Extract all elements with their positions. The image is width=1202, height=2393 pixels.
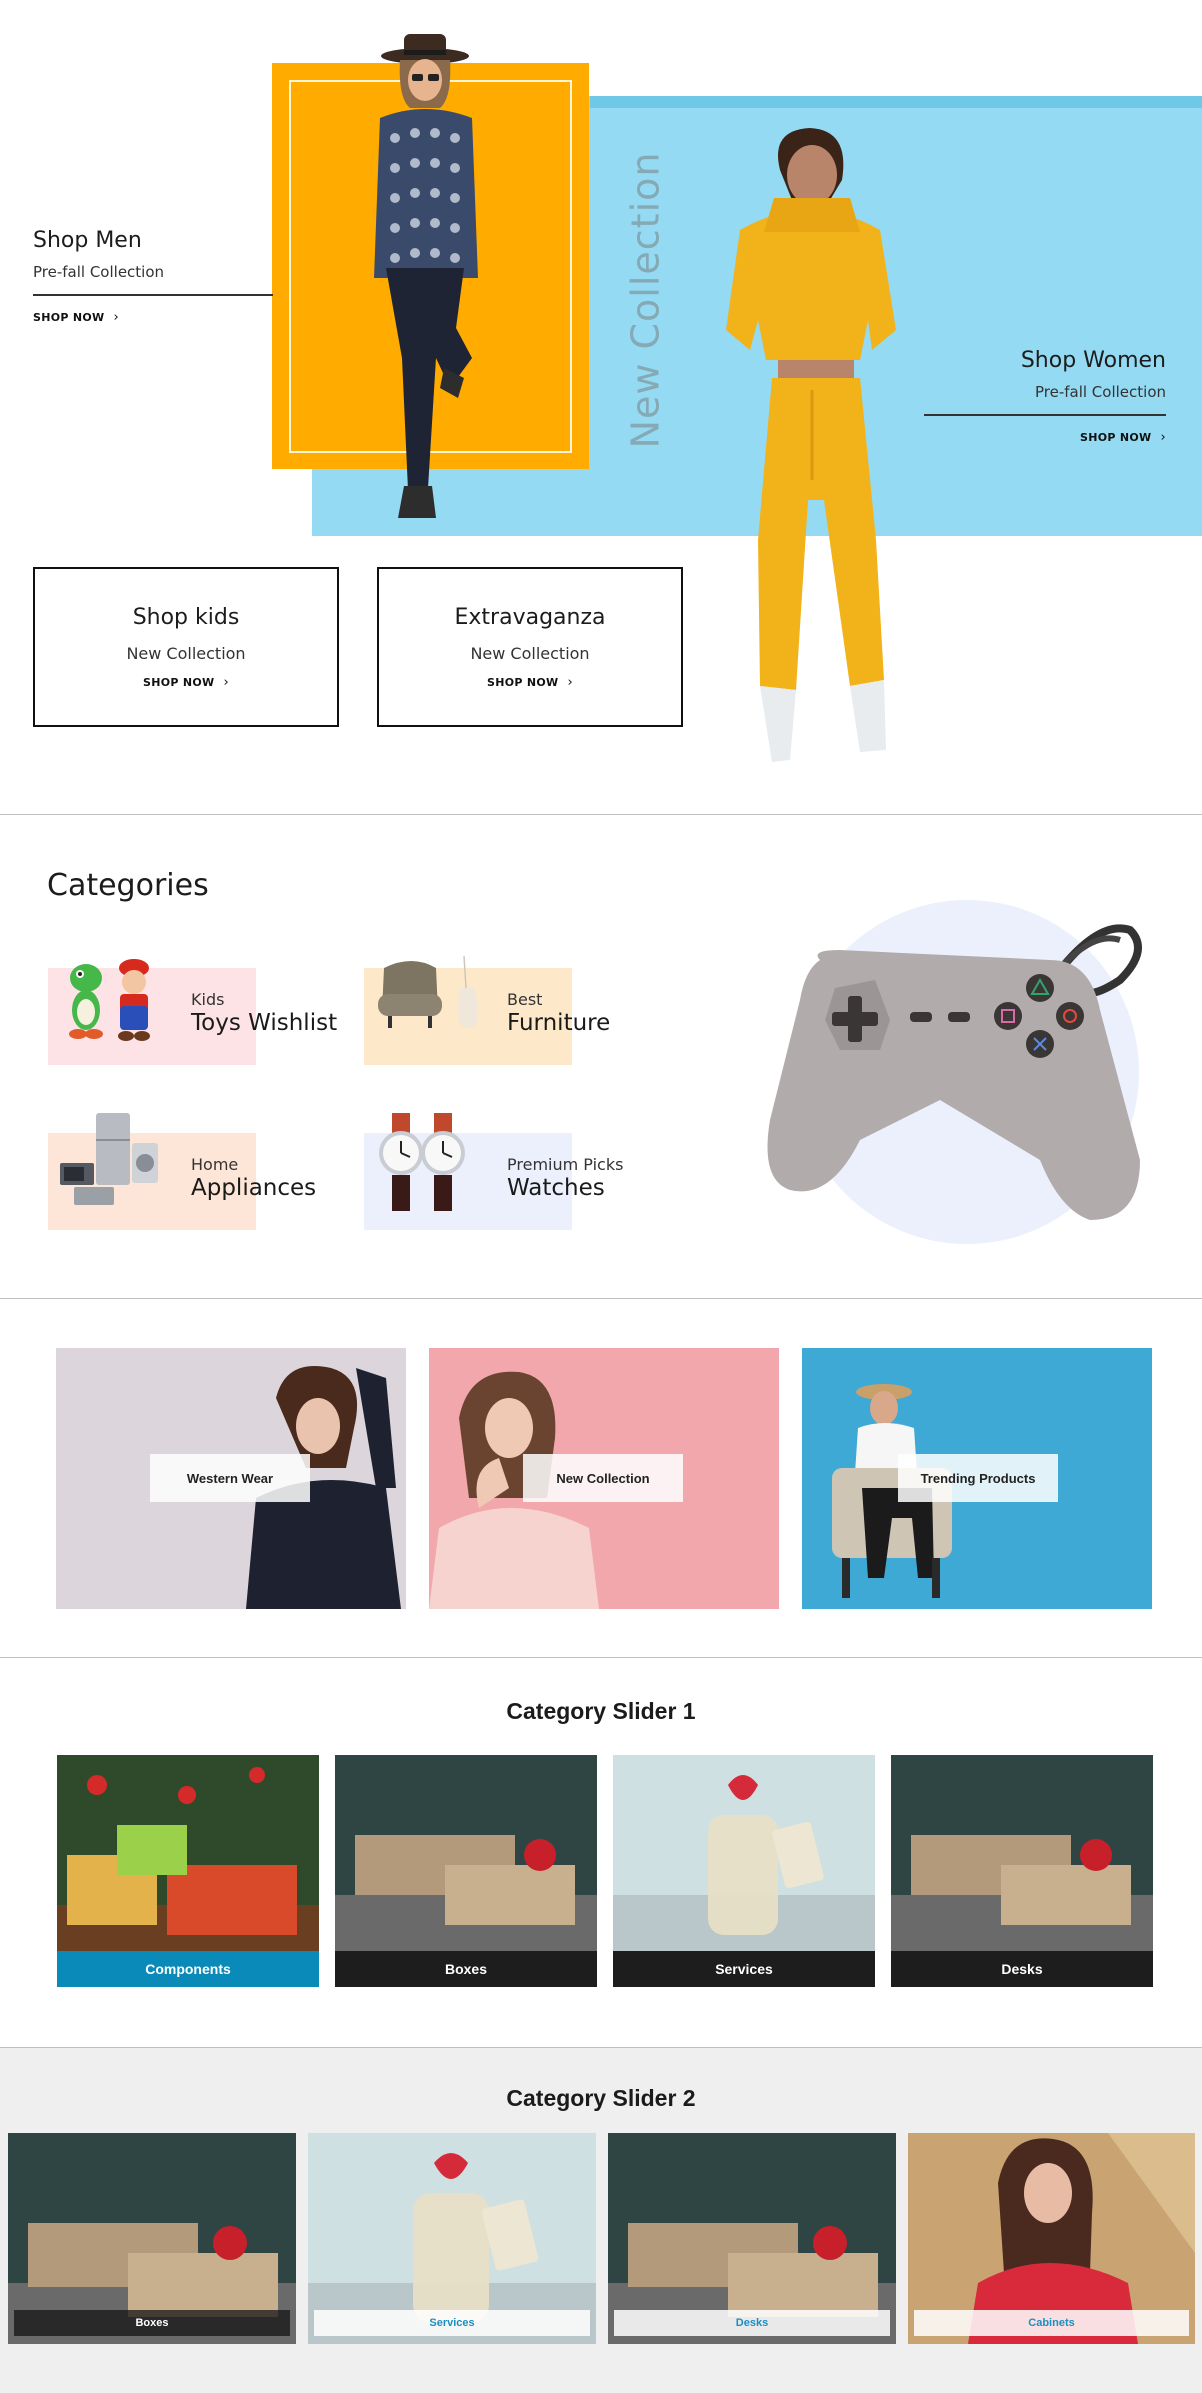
promo-card-western-wear[interactable]: Western Wear [56,1348,406,1609]
slider1-item-desks[interactable]: Desks [891,1755,1153,1995]
shop-kids-subtitle: New Collection [126,643,246,663]
slider2-caption: Boxes [14,2310,290,2336]
slider1-caption: Components [57,1951,319,1987]
category-watches[interactable]: Premium Picks Watches [364,1113,684,1233]
promo-label: New Collection [523,1454,683,1502]
shop-women-divider [924,414,1166,416]
shop-women-link-label: SHOP NOW [1080,431,1152,444]
category-title: Toys Wishlist [191,1010,338,1036]
category-furniture[interactable]: Best Furniture [364,955,684,1068]
appliances-icon [60,1113,158,1205]
slider2-item-services[interactable]: Services [308,2133,596,2344]
category-small-label: Kids [191,990,225,1009]
promo-label: Trending Products [898,1454,1058,1502]
shop-men-link[interactable]: SHOP NOW › [33,310,119,325]
slider2-caption: Desks [614,2310,890,2336]
promo-card-trending-products[interactable]: Trending Products [802,1348,1152,1609]
parcel-image [335,1755,597,1951]
slider2-item-desks[interactable]: Desks [608,2133,896,2344]
extravaganza-title: Extravaganza [454,604,606,630]
category-toys[interactable]: Kids Toys Wishlist [48,959,368,1068]
category-appliances[interactable]: Home Appliances [48,1113,368,1233]
category-title: Watches [507,1175,605,1201]
women-banner-edge [590,96,1202,108]
category-title: Furniture [507,1010,611,1036]
shop-kids-card[interactable]: Shop kids New Collection SHOP NOW › [33,567,339,727]
section-divider [0,1298,1202,1299]
parcel-image [891,1755,1153,1951]
shop-kids-title: Shop kids [132,604,240,630]
shop-women-title: Shop Women [1020,348,1166,373]
shop-men-link-label: SHOP NOW [33,311,105,324]
new-collection-vertical-text: New Collection [623,151,668,449]
shop-men-divider [33,294,273,296]
promo-card-new-collection[interactable]: New Collection [429,1348,779,1609]
shop-women-block: Shop Women Pre-fall Collection SHOP NOW … [924,348,1166,446]
watch-icon [379,1113,465,1211]
slider2-item-boxes[interactable]: Boxes [8,2133,296,2344]
shop-kids-link[interactable]: SHOP NOW › [143,675,229,690]
gamepad-icon [767,900,1142,1244]
extravaganza-link-label: SHOP NOW [487,675,559,689]
shop-women-subtitle: Pre-fall Collection [1034,383,1166,401]
slider1-caption: Boxes [335,1951,597,1987]
chevron-right-icon: › [567,674,573,690]
category-small-label: Premium Picks [507,1155,624,1174]
jar-image [613,1755,875,1951]
extravaganza-link[interactable]: SHOP NOW › [487,675,573,690]
shop-men-subtitle: Pre-fall Collection [33,263,165,281]
shop-men-title: Shop Men [33,228,142,253]
slider1-caption: Desks [891,1951,1153,1987]
chevron-right-icon: › [223,674,229,690]
woman-model-image [726,128,896,762]
promo-label: Western Wear [150,1454,310,1502]
slider2-item-cabinets[interactable]: Cabinets [908,2133,1195,2344]
slider1-item-services[interactable]: Services [613,1755,875,1995]
slider2-caption: Services [314,2310,590,2336]
category-small-label: Home [191,1155,239,1174]
categories-heading: Categories [47,868,209,903]
category-title: Appliances [191,1175,317,1201]
slider1-caption: Services [613,1951,875,1987]
section-divider [0,814,1202,815]
shop-women-link[interactable]: SHOP NOW › [1080,430,1166,445]
category-slider-2-title: Category Slider 2 [506,2085,696,2111]
extravaganza-subtitle: New Collection [470,643,590,663]
man-model-image [374,34,478,518]
slider1-item-components[interactable]: Components [57,1755,319,1995]
hero-section: New Collection Shop Men Pre-fall Collect… [0,0,1202,812]
slider1-item-boxes[interactable]: Boxes [335,1755,597,1995]
slider2-caption: Cabinets [914,2310,1189,2336]
shop-kids-link-label: SHOP NOW [143,675,215,689]
chair-icon [378,955,478,1028]
shop-men-block: Shop Men Pre-fall Collection SHOP NOW › [33,228,273,326]
category-small-label: Best [507,990,543,1009]
chevron-right-icon: › [113,310,119,325]
gift-boxes-image [57,1755,319,1951]
extravaganza-card[interactable]: Extravaganza New Collection SHOP NOW › [377,567,683,727]
toys-icon [69,959,150,1041]
section-divider [0,1657,1202,1658]
chevron-right-icon: › [1160,430,1166,445]
category-slider-1-title: Category Slider 1 [506,1698,696,1724]
